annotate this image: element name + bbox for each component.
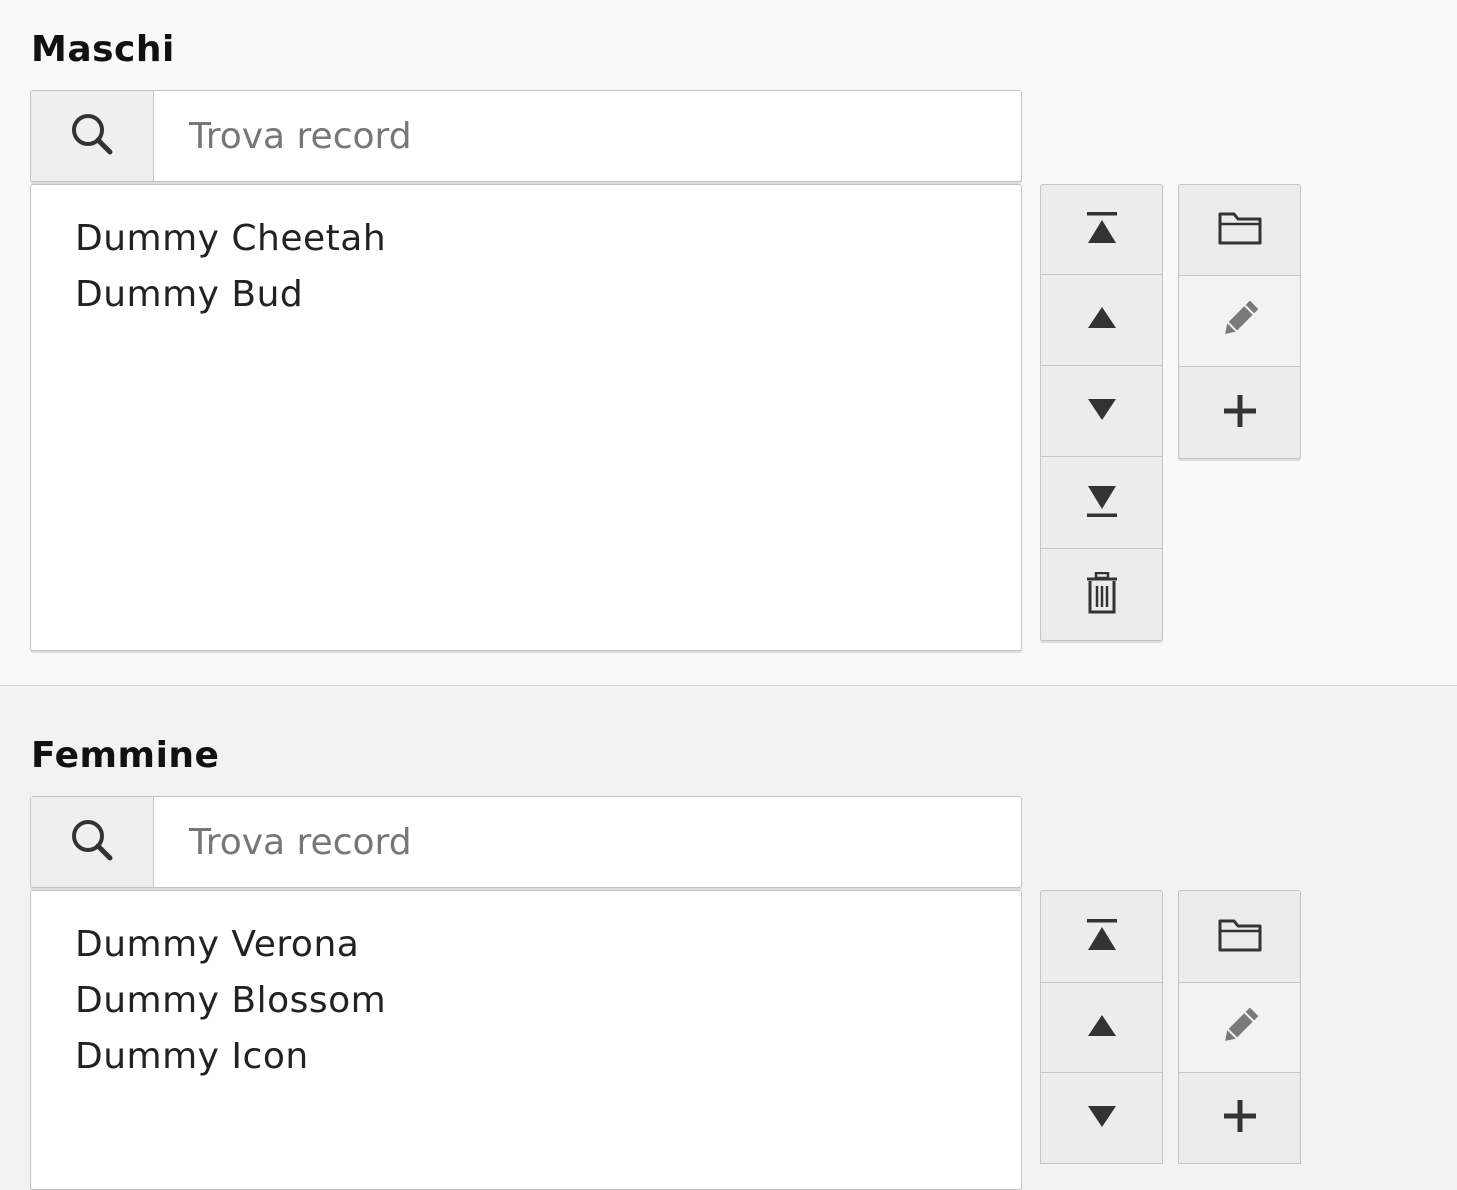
- edit-record-button[interactable]: [1178, 982, 1301, 1073]
- search-addon: [31, 91, 154, 181]
- record-list[interactable]: Dummy Cheetah Dummy Bud: [30, 184, 1022, 651]
- list-item[interactable]: Dummy Blossom: [75, 973, 1021, 1029]
- move-down-button[interactable]: [1040, 1072, 1163, 1164]
- move-up-icon: [1087, 307, 1117, 333]
- move-down-icon: [1087, 398, 1117, 424]
- move-up-button[interactable]: [1040, 982, 1163, 1073]
- edit-record-button[interactable]: [1178, 275, 1301, 367]
- move-to-bottom-icon: [1086, 485, 1117, 521]
- search-field-group: [30, 90, 1022, 182]
- search-icon: [69, 817, 115, 867]
- plus-icon: [1223, 1100, 1256, 1136]
- record-list[interactable]: Dummy Verona Dummy Blossom Dummy Icon: [30, 890, 1022, 1190]
- move-up-button[interactable]: [1040, 274, 1163, 366]
- trash-icon: [1086, 571, 1118, 618]
- search-input[interactable]: [155, 91, 1015, 181]
- move-to-top-icon: [1086, 918, 1117, 955]
- browse-records-button[interactable]: [1178, 184, 1301, 276]
- browse-records-button[interactable]: [1178, 890, 1301, 983]
- move-to-top-button[interactable]: [1040, 890, 1163, 983]
- move-to-bottom-button[interactable]: [1040, 456, 1163, 549]
- plus-icon: [1223, 394, 1256, 431]
- move-down-icon: [1087, 1105, 1117, 1131]
- search-input[interactable]: [155, 797, 1015, 887]
- move-to-top-button[interactable]: [1040, 184, 1163, 275]
- search-icon: [69, 111, 115, 161]
- list-item[interactable]: Dummy Verona: [75, 917, 1021, 973]
- list-item[interactable]: Dummy Cheetah: [75, 211, 1021, 267]
- section-maschi: Maschi Dummy Cheetah Dummy Bud: [0, 0, 1457, 686]
- folder-icon: [1218, 918, 1262, 956]
- section-femmine: Femmine Dummy Verona Dummy Blossom Dummy…: [0, 686, 1457, 1190]
- move-up-icon: [1087, 1014, 1117, 1041]
- add-record-button[interactable]: [1178, 1072, 1301, 1164]
- search-addon: [31, 797, 154, 887]
- move-to-top-icon: [1086, 211, 1117, 248]
- list-item[interactable]: Dummy Icon: [75, 1029, 1021, 1085]
- pencil-icon: [1218, 1004, 1262, 1052]
- add-record-button[interactable]: [1178, 366, 1301, 459]
- section-title: Maschi: [31, 29, 175, 70]
- search-field-group: [30, 796, 1022, 888]
- delete-button[interactable]: [1040, 548, 1163, 641]
- list-item[interactable]: Dummy Bud: [75, 267, 1021, 323]
- move-down-button[interactable]: [1040, 365, 1163, 457]
- pencil-icon: [1218, 297, 1262, 345]
- folder-icon: [1218, 211, 1262, 249]
- section-title: Femmine: [31, 735, 220, 776]
